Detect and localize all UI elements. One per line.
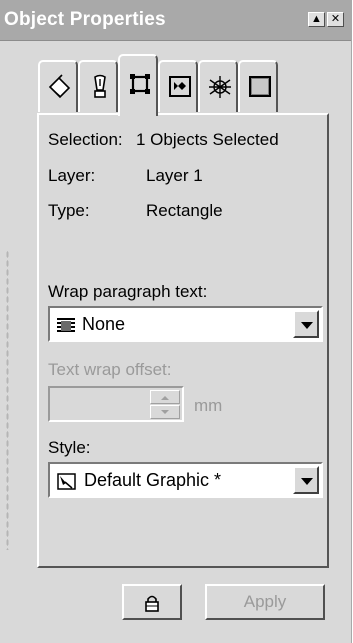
tab-texture[interactable] (198, 60, 238, 112)
layer-label: Layer: (48, 166, 96, 185)
object-properties-panel: Object Properties ▲ ✕ Selection: 1 Objec… (0, 0, 352, 643)
rectangle-icon (130, 74, 150, 94)
pen-nib-icon (94, 74, 106, 98)
layer-value: Layer 1 (146, 166, 203, 185)
arrow-down-icon (161, 410, 169, 414)
dock-grip (6, 250, 9, 550)
tab-shape[interactable] (158, 60, 198, 112)
tab-fill[interactable] (38, 60, 78, 112)
graphic-style-icon (57, 473, 76, 490)
style-select[interactable]: Default Graphic * (48, 462, 323, 498)
lock-button[interactable] (122, 584, 182, 620)
style-label: Style: (48, 438, 91, 457)
shape-frame-icon (169, 76, 191, 97)
wrap-text-label: Wrap paragraph text: (48, 282, 208, 301)
minimize-button[interactable]: ▲ (308, 12, 325, 27)
spin-up-button[interactable] (150, 390, 180, 404)
wrap-text-value: None (82, 314, 126, 334)
spin-down-button[interactable] (150, 405, 180, 419)
style-dropdown-button[interactable] (293, 466, 319, 494)
fill-bucket-icon (48, 74, 71, 99)
arrow-up-icon (161, 396, 169, 400)
wrap-offset-field[interactable] (48, 386, 184, 422)
lock-icon (145, 595, 159, 612)
text-wrap-icon (57, 318, 75, 332)
type-value: Rectangle (146, 201, 223, 220)
selection-label: Selection: (48, 130, 123, 149)
pattern-texture-icon (209, 76, 231, 98)
apply-button[interactable]: Apply (205, 584, 325, 620)
tab-outline[interactable] (78, 60, 118, 112)
wrap-offset-label: Text wrap offset: (48, 360, 172, 379)
wrap-text-select[interactable]: None (48, 306, 323, 342)
selection-value: 1 Objects Selected (136, 130, 279, 149)
tab-rectangle[interactable] (118, 54, 158, 116)
square-fill-icon (249, 76, 271, 97)
style-value: Default Graphic * (84, 470, 222, 490)
wrap-offset-unit: mm (194, 396, 223, 415)
close-button[interactable]: ✕ (327, 12, 344, 27)
wrap-text-dropdown-button[interactable] (293, 310, 319, 338)
type-label: Type: (48, 201, 90, 220)
tab-general[interactable] (238, 60, 278, 112)
title-bar[interactable]: Object Properties ▲ ✕ (0, 0, 351, 41)
panel-title: Object Properties (4, 9, 166, 30)
